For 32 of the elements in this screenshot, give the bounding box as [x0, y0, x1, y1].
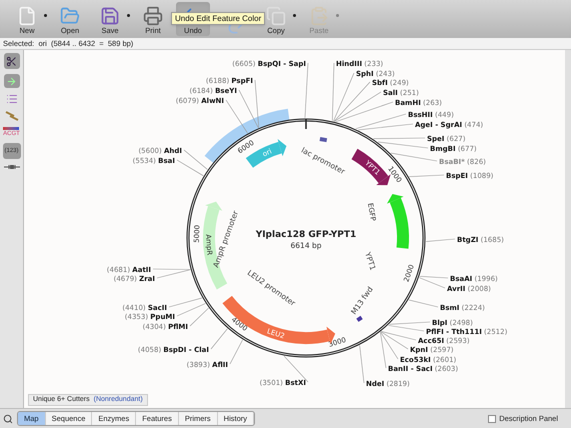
color-bar-icon: [3, 127, 20, 130]
primers-icon[interactable]: [4, 110, 18, 122]
leader-line: [176, 160, 204, 176]
toolbar-icon: [309, 6, 329, 26]
leader-line: [226, 100, 248, 134]
feature-mark[interactable]: [356, 316, 363, 322]
toolbar-icon: [17, 6, 37, 26]
leader-line: [426, 238, 456, 242]
leader-line: [230, 340, 243, 364]
origin-tick: [305, 119, 307, 129]
leader-line: [359, 345, 364, 384]
ruler-icon[interactable]: [4, 164, 20, 170]
toolbar-icon: [60, 6, 80, 26]
leader-line: [210, 328, 228, 350]
leader-line: [390, 152, 438, 162]
scissors-button[interactable]: [4, 53, 20, 69]
feature-mark[interactable]: [320, 137, 328, 142]
search-icon[interactable]: [3, 414, 13, 424]
toolbar-icon: [100, 6, 120, 26]
description-panel-checkbox[interactable]: [488, 414, 496, 422]
leader-line: [378, 142, 428, 148]
toolbar-icon: [143, 6, 163, 26]
leader-line: [408, 174, 444, 177]
toolbar-icon: [266, 6, 286, 26]
leader-line: [184, 150, 208, 170]
leader-line: [408, 300, 438, 308]
leader-line: [304, 62, 308, 118]
scissors-icon: [6, 56, 17, 66]
leader-line: [373, 138, 426, 139]
tooltip: Undo Edit Feature Color: [171, 12, 266, 25]
arrow-icon: [6, 76, 17, 86]
plasmid-name: YIplac128 GFP-YPT1: [256, 230, 356, 240]
